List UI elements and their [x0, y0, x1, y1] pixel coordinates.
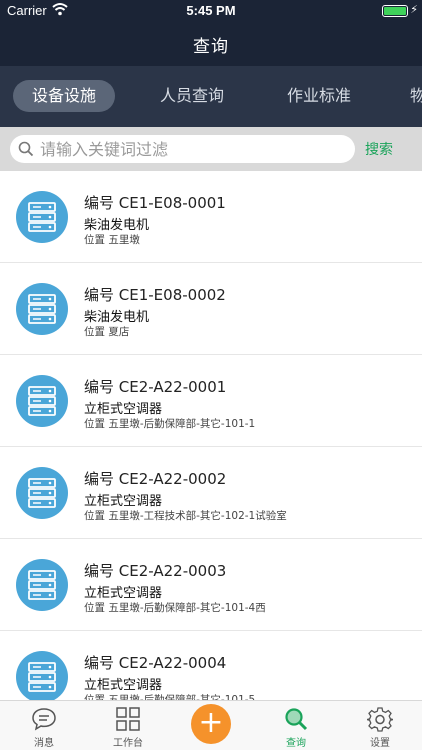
server-icon	[16, 283, 68, 335]
equipment-code: 编号 CE1-E08-0001	[84, 194, 226, 212]
message-icon	[32, 708, 56, 731]
category-tabs: 设备设施 人员查询 作业标准 物	[0, 66, 422, 127]
search-icon	[285, 708, 308, 731]
server-icon	[16, 651, 68, 700]
equipment-name: 柴油发电机	[84, 218, 150, 233]
equipment-row[interactable]: 编号 CE2-A22-0002 立柜式空调器 位置 五里墩-工程技术部-其它-102…	[0, 447, 422, 539]
equipment-row[interactable]: 编号 CE2-A22-0003 立柜式空调器 位置 五里墩-后勤保障部-其它-101…	[0, 539, 422, 631]
equipment-location: 位置 五里墩-后勤保障部-其它-101-4西	[84, 602, 266, 614]
equipment-row[interactable]: 编号 CE1-E08-0002 柴油发电机 位置 夏店	[0, 263, 422, 355]
gear-icon	[367, 707, 393, 732]
equipment-code: 编号 CE2-A22-0003	[84, 562, 227, 580]
tab-work-standards[interactable]: 作业标准	[275, 80, 363, 112]
status-bar: Carrier 5:45 PM ⚡	[0, 0, 422, 22]
top-bar: Carrier 5:45 PM ⚡ 查询	[0, 0, 422, 66]
equipment-location: 位置 五里墩-后勤保障部-其它-101-1	[84, 418, 256, 430]
charging-icon: ⚡	[410, 3, 418, 16]
tabbar-label-search: 查询	[286, 738, 306, 749]
tab-equipment[interactable]: 设备设施	[13, 80, 115, 112]
battery-icon	[382, 5, 408, 17]
page-title: 查询	[193, 37, 229, 57]
equipment-row[interactable]: 编号 CE1-E08-0001 柴油发电机 位置 五里墩	[0, 171, 422, 263]
search-button[interactable]: 搜索	[365, 139, 393, 159]
equipment-code: 编号 CE1-E08-0002	[84, 286, 226, 304]
equipment-row[interactable]: 编号 CE2-A22-0004 立柜式空调器 位置 五里墩-后勤保障部-其它-101…	[0, 631, 422, 700]
tabbar-label-workbench: 工作台	[113, 738, 143, 749]
clock: 5:45 PM	[186, 3, 236, 18]
equipment-location: 位置 五里墩-后勤保障部-其它-101-5	[84, 694, 256, 700]
equipment-name: 柴油发电机	[84, 310, 150, 325]
search-box[interactable]	[10, 135, 355, 163]
server-icon	[16, 191, 68, 243]
equipment-code: 编号 CE2-A22-0004	[84, 654, 227, 672]
equipment-code: 编号 CE2-A22-0002	[84, 470, 227, 488]
equipment-list: 编号 CE1-E08-0001 柴油发电机 位置 五里墩 编号 CE1-E08-000…	[0, 171, 422, 700]
tabbar-item-messages[interactable]: 消息	[2, 701, 86, 750]
equipment-name: 立柜式空调器	[84, 678, 163, 693]
equipment-name: 立柜式空调器	[84, 586, 163, 601]
tabbar-item-settings[interactable]: 设置	[338, 701, 422, 750]
equipment-name: 立柜式空调器	[84, 494, 163, 509]
equipment-code: 编号 CE2-A22-0001	[84, 378, 227, 396]
equipment-location: 位置 五里墩-工程技术部-其它-102-1试验室	[84, 510, 287, 522]
tabbar-item-search[interactable]: 查询	[254, 701, 338, 750]
grid-icon	[116, 707, 140, 731]
tabbar-label-settings: 设置	[370, 738, 390, 749]
tabbar-label-messages: 消息	[34, 738, 54, 749]
equipment-name: 立柜式空调器	[84, 402, 163, 417]
tab-materials[interactable]: 物	[410, 80, 422, 112]
add-button[interactable]: +	[191, 704, 231, 744]
search-icon	[18, 141, 34, 157]
equipment-location: 位置 夏店	[84, 326, 130, 338]
server-icon	[16, 559, 68, 611]
search-input[interactable]	[40, 138, 340, 160]
server-icon	[16, 375, 68, 427]
search-bar: 搜索	[0, 127, 422, 171]
equipment-row[interactable]: 编号 CE2-A22-0001 立柜式空调器 位置 五里墩-后勤保障部-其它-101…	[0, 355, 422, 447]
server-icon	[16, 467, 68, 519]
tabbar-item-workbench[interactable]: 工作台	[86, 701, 170, 750]
equipment-location: 位置 五里墩	[84, 234, 140, 246]
tab-personnel[interactable]: 人员查询	[148, 80, 236, 112]
